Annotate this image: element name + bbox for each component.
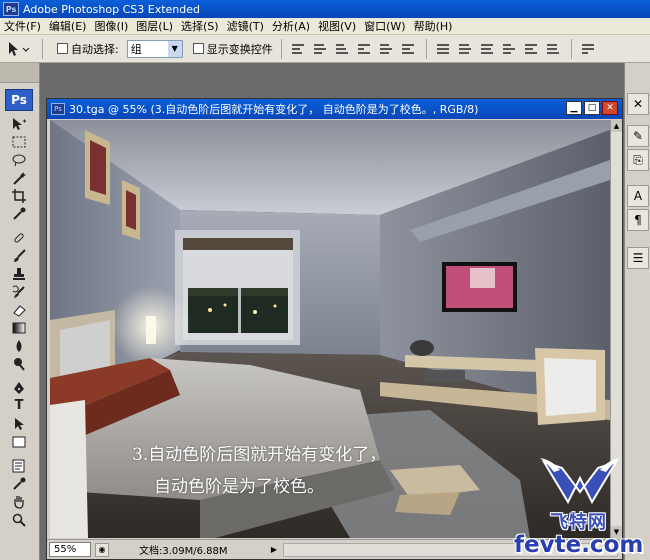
- crop-icon[interactable]: [9, 187, 29, 204]
- blur-icon[interactable]: [9, 337, 29, 354]
- paragraph-icon[interactable]: ¶: [627, 209, 649, 231]
- distribute-right-icon[interactable]: [546, 42, 561, 56]
- align-left-icon[interactable]: [357, 42, 372, 56]
- healing-brush-icon[interactable]: [9, 229, 29, 246]
- menu-edit[interactable]: 编辑(E): [45, 18, 91, 34]
- tools-panel: Ps T: [0, 63, 40, 560]
- ps-logo-icon[interactable]: Ps: [5, 89, 33, 111]
- type-icon[interactable]: T: [9, 397, 29, 414]
- document-size: 文档:3.09M/6.88M: [139, 546, 228, 557]
- magic-wand-icon[interactable]: [9, 169, 29, 186]
- dodge-icon[interactable]: [9, 355, 29, 372]
- tool-presets-icon[interactable]: ✕: [627, 93, 649, 115]
- app-titlebar: Ps Adobe Photoshop CS3 Extended: [0, 0, 650, 18]
- move-tool-preset-icon[interactable]: [6, 39, 34, 59]
- options-separator: [425, 38, 427, 59]
- brushes-icon[interactable]: ✎: [627, 125, 649, 147]
- shape-icon[interactable]: [9, 433, 29, 450]
- document-title: 30.tga @ 55% (3.自动色阶后图就开始有变化了， 自动色阶是为了校色…: [69, 103, 479, 116]
- pen-icon[interactable]: [9, 379, 29, 396]
- caption-line-1: 3.自动色阶后图就开始有变化了，: [132, 445, 387, 465]
- options-separator: [280, 38, 282, 59]
- options-bar: 自动选择: 组 ▼ 显示变换控件: [0, 35, 650, 63]
- clone-source-icon[interactable]: ⎘: [627, 149, 649, 171]
- menu-select[interactable]: 选择(S): [177, 18, 223, 34]
- menu-layer[interactable]: 图层(L): [132, 18, 177, 34]
- gradient-icon[interactable]: [9, 319, 29, 336]
- path-select-icon[interactable]: [9, 415, 29, 432]
- menu-analysis[interactable]: 分析(A): [268, 18, 314, 34]
- menu-view[interactable]: 视图(V): [314, 18, 360, 34]
- zoom-icon[interactable]: [9, 511, 29, 528]
- show-transform-label: 显示变换控件: [206, 42, 273, 56]
- hand-icon[interactable]: [9, 493, 29, 510]
- marquee-icon[interactable]: [9, 133, 29, 150]
- eyedropper-icon[interactable]: [9, 205, 29, 222]
- distribute-top-icon[interactable]: [436, 42, 451, 56]
- menu-help[interactable]: 帮助(H): [410, 18, 457, 34]
- align-vcenter-icon[interactable]: [313, 42, 328, 56]
- document-titlebar[interactable]: Ps 30.tga @ 55% (3.自动色阶后图就开始有变化了， 自动色阶是为…: [47, 99, 622, 119]
- watermark-cn-text: 飞特网: [550, 512, 607, 533]
- auto-select-checkbox[interactable]: 自动选择:: [57, 41, 119, 57]
- distribute-bottom-icon[interactable]: [480, 42, 495, 56]
- auto-select-label: 自动选择:: [71, 42, 119, 56]
- character-icon[interactable]: A: [627, 185, 649, 207]
- watermark-en-text: fevte.com: [514, 532, 644, 558]
- ps-app-icon: Ps: [3, 2, 19, 16]
- scroll-up-icon[interactable]: ▲: [611, 120, 622, 132]
- stamp-icon[interactable]: [9, 265, 29, 282]
- distribute-left-icon[interactable]: [502, 42, 517, 56]
- wing-v-logo-icon: [540, 458, 620, 504]
- history-brush-icon[interactable]: [9, 283, 29, 300]
- menu-bar: 文件(F) 编辑(E) 图像(I) 图层(L) 选择(S) 滤镜(T) 分析(A…: [0, 18, 650, 35]
- distribute-vcenter-icon[interactable]: [458, 42, 473, 56]
- close-button[interactable]: ✕: [602, 101, 618, 115]
- minimize-button[interactable]: ▁: [566, 101, 582, 115]
- app-title: Adobe Photoshop CS3 Extended: [23, 2, 200, 16]
- eyedropper2-icon[interactable]: [9, 475, 29, 492]
- move-tool-icon[interactable]: [9, 115, 29, 132]
- tools-panel-grip[interactable]: [0, 63, 39, 83]
- status-info-icon[interactable]: ◉: [95, 542, 109, 557]
- menu-filter[interactable]: 滤镜(T): [223, 18, 268, 34]
- chevron-down-icon: ▼: [167, 40, 182, 57]
- layer-comps-icon[interactable]: ☰: [627, 247, 649, 269]
- eraser-icon[interactable]: [9, 301, 29, 318]
- menu-image[interactable]: 图像(I): [90, 18, 132, 34]
- options-separator: [42, 38, 43, 59]
- caption-line-2: 自动色阶是为了校色。: [154, 477, 324, 497]
- align-top-icon[interactable]: [291, 42, 306, 56]
- auto-select-value: 组: [130, 42, 142, 56]
- options-separator: [570, 38, 572, 59]
- fevte-watermark-logo: 飞特网 fevte.com: [510, 458, 650, 560]
- show-transform-check-box[interactable]: [192, 43, 204, 54]
- document-ps-icon: Ps: [51, 103, 65, 115]
- align-bottom-icon[interactable]: [335, 42, 350, 56]
- auto-align-layers-icon[interactable]: [581, 42, 596, 56]
- window-controls: ▁ □ ✕: [566, 101, 618, 115]
- auto-select-check-box[interactable]: [57, 43, 68, 54]
- align-hcenter-icon[interactable]: [379, 42, 394, 56]
- notes-icon[interactable]: [9, 457, 29, 474]
- align-right-icon[interactable]: [401, 42, 416, 56]
- show-transform-checkbox[interactable]: 显示变换控件: [192, 41, 273, 57]
- lasso-icon[interactable]: [9, 151, 29, 168]
- auto-select-dropdown[interactable]: 组 ▼: [126, 39, 183, 58]
- maximize-button[interactable]: □: [584, 101, 600, 115]
- status-menu-arrow-icon[interactable]: ▶: [269, 543, 279, 557]
- brush-icon[interactable]: [9, 247, 29, 264]
- zoom-level-field[interactable]: 55%: [49, 542, 91, 557]
- menu-window[interactable]: 窗口(W): [360, 18, 409, 34]
- menu-file[interactable]: 文件(F): [0, 18, 45, 34]
- distribute-hcenter-icon[interactable]: [524, 42, 539, 56]
